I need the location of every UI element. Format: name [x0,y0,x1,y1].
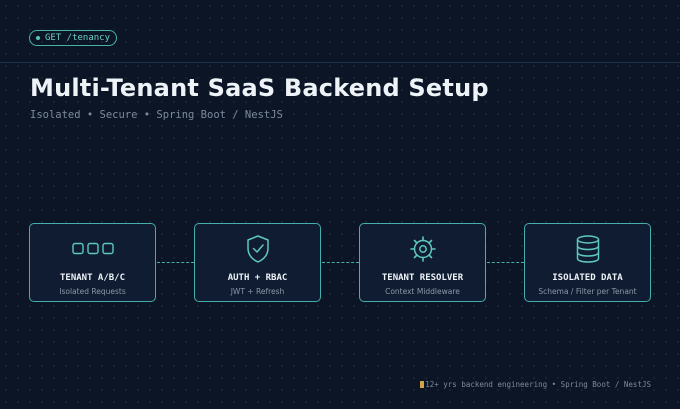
flow-node-label: AUTH + RBAC [227,273,288,283]
database-icon [525,234,650,264]
page-subtitle: Isolated • Secure • Spring Boot / NestJS [30,109,283,121]
cursor-mark-icon [420,381,425,388]
flow-node-sublabel: Context Middleware [385,287,460,296]
status-dot-icon [36,36,40,40]
flow-node-sublabel: Isolated Requests [59,287,126,296]
flow-node-label: ISOLATED DATA [552,273,623,283]
flow-node-data: ISOLATED DATA Schema / Filter per Tenant [524,223,651,302]
header-divider [0,62,680,63]
shield-check-icon [195,234,320,264]
flow-node-resolver: TENANT RESOLVER Context Middleware [359,223,486,302]
flow-node-tenant: TENANT A/B/C Isolated Requests [29,223,156,302]
flow-node-label: TENANT RESOLVER [381,273,464,283]
flow-node-label: TENANT A/B/C [59,273,126,283]
flow-node-sublabel: Schema / Filter per Tenant [538,287,637,296]
flow-connector [157,262,194,263]
flow-connector [487,262,524,263]
gear-icon [360,234,485,264]
flow-node-auth: AUTH + RBAC JWT + Refresh [194,223,321,302]
flow-node-sublabel: JWT + Refresh [230,287,285,296]
flow-connector [322,262,359,263]
page-title: Multi-Tenant SaaS Backend Setup [30,74,489,102]
endpoint-badge: GET /tenancy [29,30,118,46]
tenant-boxes-icon [30,234,155,264]
footer-text: 12+ yrs backend engineering • Spring Boo… [425,380,651,389]
endpoint-badge-text: GET /tenancy [45,33,111,43]
footer-tagline: 12+ yrs backend engineering • Spring Boo… [420,380,651,389]
